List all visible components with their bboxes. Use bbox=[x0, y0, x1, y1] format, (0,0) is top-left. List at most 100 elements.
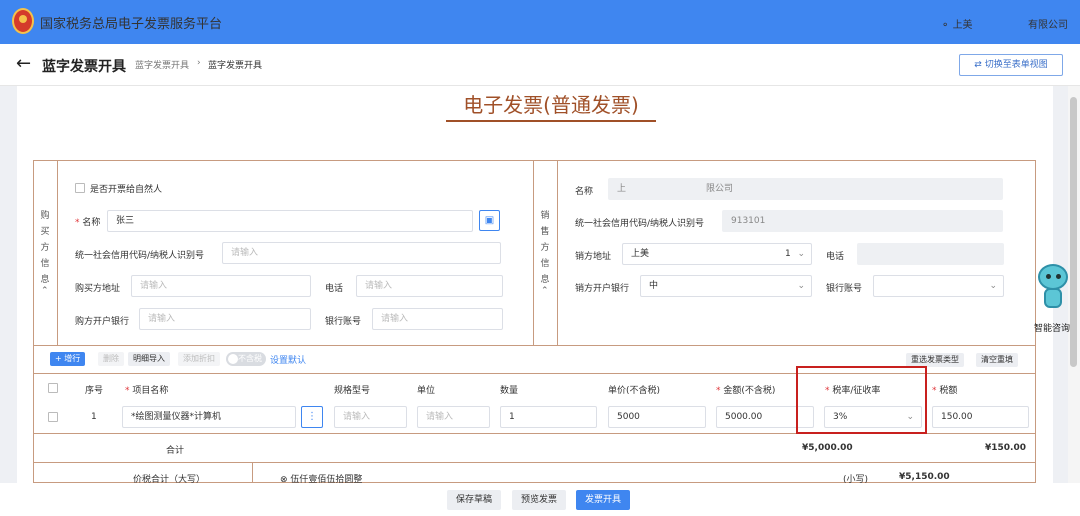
back-arrow-icon[interactable]: ← bbox=[16, 53, 31, 74]
set-default-link[interactable]: 设置默认 bbox=[270, 353, 306, 366]
col-header-item: * 项目名称 bbox=[125, 386, 169, 396]
more-vertical-icon: ⋮ bbox=[307, 411, 317, 422]
clear-refill-button[interactable]: 清空重填 bbox=[976, 353, 1018, 367]
delete-row-button[interactable]: 删除 bbox=[98, 352, 124, 366]
chevron-down-icon: ⌄ bbox=[989, 281, 997, 291]
buyer-name-input[interactable]: 张三 bbox=[107, 210, 473, 232]
invoice-title: 电子发票(普通发票) bbox=[446, 89, 656, 122]
buyer-lookup-button[interactable]: ▣ bbox=[479, 210, 500, 231]
chevron-down-icon: ⌄ bbox=[797, 249, 805, 259]
unit-price-input[interactable]: 5000 bbox=[608, 406, 706, 428]
switch-to-form-view-button[interactable]: ⇄ 切换至表单视图 bbox=[959, 54, 1063, 76]
title-underline bbox=[446, 121, 656, 122]
company-name[interactable]: 有限公司 bbox=[1028, 16, 1068, 31]
seller-tax-id-field: 913101 bbox=[722, 210, 1003, 232]
grand-total-lower: ¥5,150.00 bbox=[899, 472, 950, 482]
seller-phone-label: 电话 bbox=[826, 252, 845, 262]
app-title: 国家税务总局电子发票服务平台 bbox=[40, 17, 223, 32]
contact-card-icon: ▣ bbox=[484, 215, 495, 226]
robot-eye bbox=[1046, 274, 1051, 279]
seller-section-label: 销售方信息 bbox=[540, 211, 550, 285]
buyer-bank-label: 购方开户银行 bbox=[75, 317, 130, 327]
col-header-qty: 数量 bbox=[500, 386, 519, 396]
seller-name-part2: 限公司 bbox=[706, 184, 734, 194]
toggle-label: 不含税 bbox=[238, 354, 262, 363]
select-all-checkbox[interactable] bbox=[48, 383, 58, 393]
buyer-phone-label: 电话 bbox=[325, 284, 344, 294]
seller-account-label: 银行账号 bbox=[826, 284, 863, 294]
scrollbar-thumb[interactable] bbox=[1070, 97, 1077, 367]
smart-consult-label[interactable]: 智能咨询 bbox=[1034, 321, 1070, 334]
breadcrumb-item-2: 蓝字发票开具 bbox=[208, 61, 263, 71]
buyer-address-label: 购买方地址 bbox=[75, 284, 121, 294]
tax-amount-input[interactable]: 150.00 bbox=[932, 406, 1029, 428]
add-discount-button[interactable]: 添加折扣 bbox=[178, 352, 220, 366]
swap-icon: ⇄ bbox=[974, 60, 985, 70]
seller-address-select[interactable]: 上美 1 ⌄ bbox=[622, 243, 812, 265]
user-name: 上美 bbox=[952, 20, 973, 31]
seller-address-label: 销方地址 bbox=[575, 252, 612, 262]
seller-phone-field bbox=[857, 243, 1004, 265]
seller-name-part1: 上 bbox=[617, 184, 627, 194]
reselect-invoice-type-button[interactable]: 重选发票类型 bbox=[906, 353, 964, 367]
buyer-address-input[interactable]: 请输入 bbox=[131, 275, 311, 297]
switch-label: 切换至表单视图 bbox=[984, 60, 1048, 70]
preview-invoice-button[interactable]: 预览发票 bbox=[512, 490, 567, 510]
col-header-amount: * 金额(不含税) bbox=[716, 386, 776, 396]
total-amount: ¥5,000.00 bbox=[802, 443, 853, 453]
buyer-bank-input[interactable]: 请输入 bbox=[139, 308, 311, 330]
item-more-button[interactable]: ⋮ bbox=[301, 406, 323, 428]
divider bbox=[557, 160, 558, 345]
divider bbox=[57, 160, 58, 345]
seller-bank-value: 中 bbox=[649, 281, 659, 291]
breadcrumb-item-1[interactable]: 蓝字发票开具 bbox=[135, 58, 189, 71]
chevron-down-icon: ⌄ bbox=[797, 281, 805, 291]
divider bbox=[33, 345, 1036, 346]
buyer-section-label: 购买方信息 bbox=[40, 211, 50, 285]
item-name-input[interactable]: *绘图测量仪器*计算机 bbox=[122, 406, 296, 428]
buyer-name-label: * 名称 bbox=[75, 218, 101, 228]
breadcrumb-separator: › bbox=[197, 58, 201, 68]
collapse-chevron-icon[interactable]: ⌃ bbox=[41, 286, 49, 296]
buyer-tax-id-input[interactable]: 请输入 bbox=[222, 242, 501, 264]
collapse-chevron-icon[interactable]: ⌃ bbox=[541, 286, 549, 296]
divider bbox=[252, 462, 253, 483]
divider bbox=[533, 160, 534, 345]
user-menu[interactable]: ⚬ 上美 bbox=[941, 16, 973, 31]
assistant-robot-icon[interactable] bbox=[1038, 264, 1068, 290]
user-icon: ⚬ bbox=[941, 20, 953, 31]
seller-bank-select[interactable]: 中 ⌄ bbox=[640, 275, 812, 297]
buyer-account-input[interactable]: 请输入 bbox=[372, 308, 503, 330]
row-checkbox[interactable] bbox=[48, 412, 58, 422]
col-header-tax-amount: * 税额 bbox=[932, 386, 958, 396]
toggle-knob bbox=[228, 354, 238, 364]
total-label: 合计 bbox=[166, 446, 185, 456]
issue-invoice-button[interactable]: 发票开具 bbox=[576, 490, 631, 510]
tax-emblem-icon bbox=[12, 8, 34, 34]
buyer-phone-input[interactable]: 请输入 bbox=[356, 275, 503, 297]
buyer-account-label: 银行账号 bbox=[325, 317, 362, 327]
page-title: 蓝字发票开具 bbox=[42, 59, 126, 75]
quantity-input[interactable]: 1 bbox=[500, 406, 597, 428]
seller-tax-id-label: 统一社会信用代码/纳税人识别号 bbox=[575, 219, 705, 229]
natural-person-checkbox[interactable] bbox=[75, 183, 85, 193]
save-draft-button[interactable]: 保存草稿 bbox=[447, 490, 502, 510]
add-row-button[interactable]: + 增行 bbox=[50, 352, 86, 366]
tax-rate-highlight-box bbox=[796, 366, 927, 434]
total-tax: ¥150.00 bbox=[985, 443, 1026, 453]
divider bbox=[33, 462, 1036, 463]
col-header-unit: 单位 bbox=[417, 386, 436, 396]
tax-inclusive-toggle[interactable]: 不含税 bbox=[226, 352, 266, 366]
seller-account-select[interactable]: ⌄ bbox=[873, 275, 1004, 297]
spec-input[interactable]: 请输入 bbox=[334, 406, 407, 428]
seller-bank-label: 销方开户银行 bbox=[575, 284, 630, 294]
import-detail-button[interactable]: 明细导入 bbox=[128, 352, 170, 366]
buyer-tax-id-label: 统一社会信用代码/纳税人识别号 bbox=[75, 251, 205, 261]
seller-address-suffix: 1 bbox=[785, 249, 791, 259]
robot-eye bbox=[1056, 274, 1061, 279]
col-header-index: 序号 bbox=[85, 386, 104, 396]
col-header-spec: 规格型号 bbox=[334, 386, 371, 396]
unit-input[interactable]: 请输入 bbox=[417, 406, 490, 428]
col-header-price: 单价(不含税) bbox=[608, 386, 661, 396]
robot-body bbox=[1044, 288, 1062, 308]
